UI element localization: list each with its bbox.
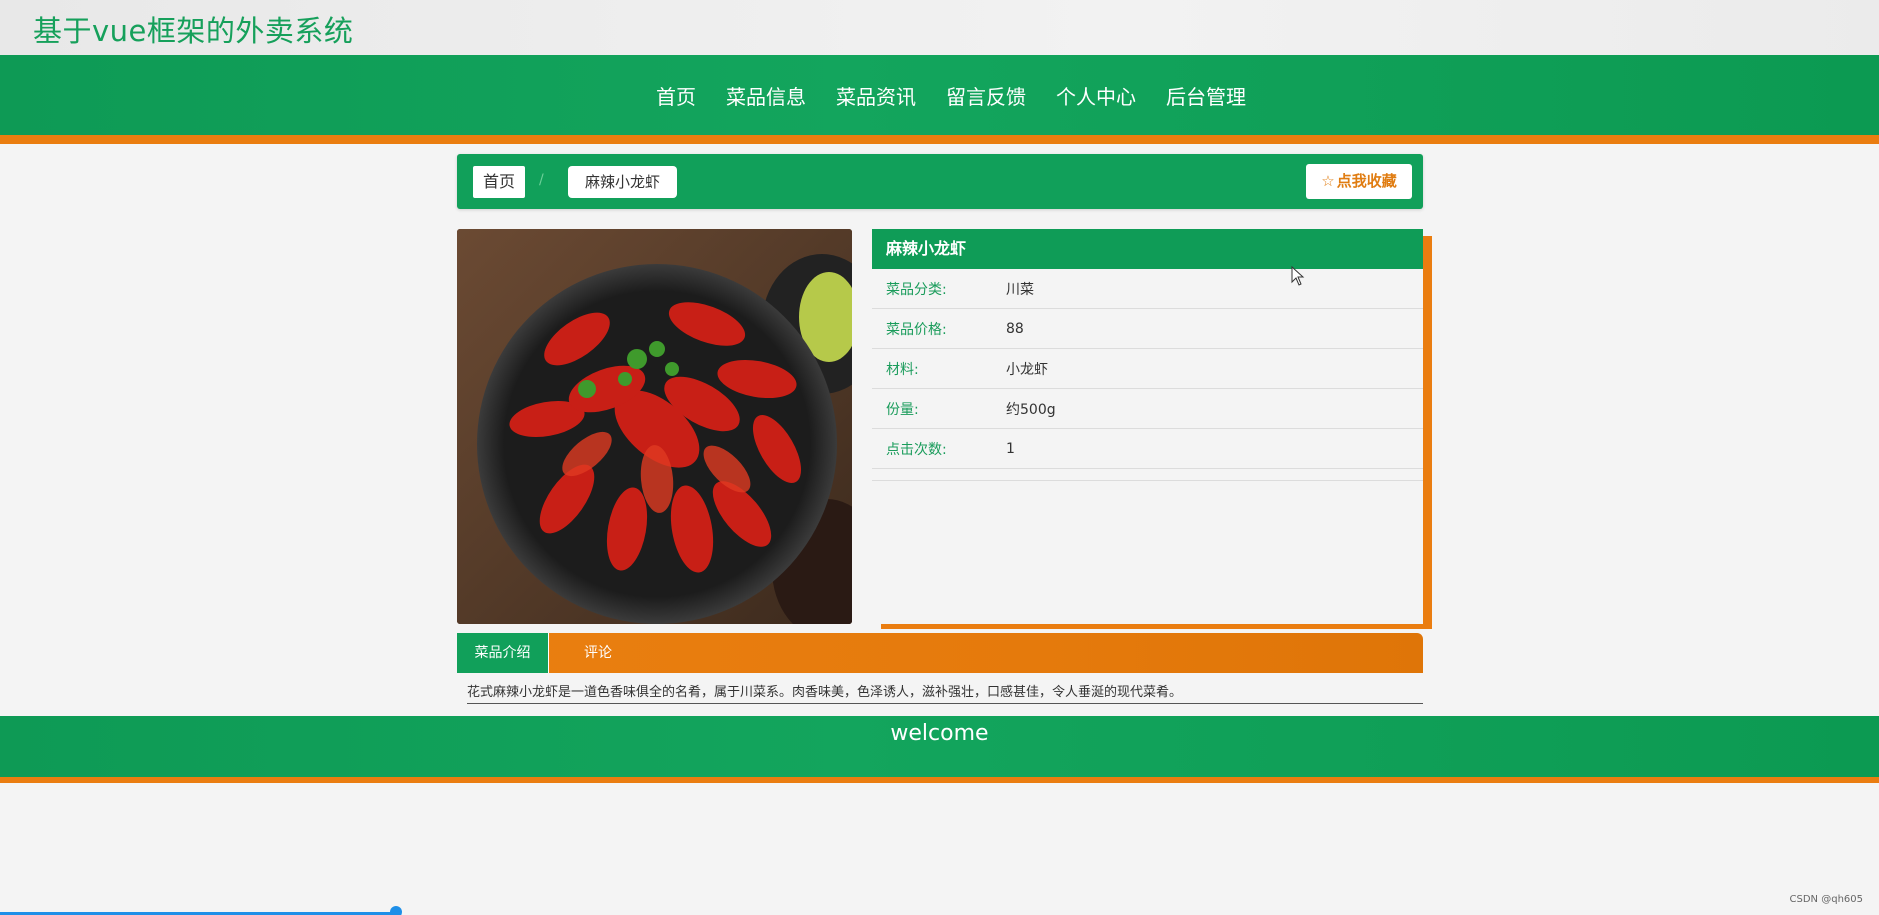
info-label: 点击次数: xyxy=(886,441,947,458)
breadcrumb-home[interactable]: 首页 xyxy=(473,166,525,198)
mouse-cursor-icon xyxy=(1291,266,1305,286)
footer-accent-stripe xyxy=(0,777,1879,783)
info-value: 1 xyxy=(1006,440,1015,457)
nav-item-admin[interactable]: 后台管理 xyxy=(1166,81,1246,110)
info-row-price: 菜品价格: 88 xyxy=(872,309,1423,349)
nav-item-feedback[interactable]: 留言反馈 xyxy=(946,81,1026,110)
star-outline-icon: ☆ xyxy=(1321,172,1335,190)
info-label: 菜品分类: xyxy=(886,281,947,298)
footer-welcome: welcome xyxy=(890,721,989,746)
tab-comment[interactable]: 评论 xyxy=(584,633,612,673)
favorite-label: 点我收藏 xyxy=(1336,172,1397,190)
info-value: 小龙虾 xyxy=(1006,361,1048,378)
site-title: 基于vue框架的外卖系统 xyxy=(33,14,354,48)
info-value: 88 xyxy=(1006,320,1024,337)
footer: welcome xyxy=(0,716,1879,777)
info-row-category: 菜品分类: 川菜 xyxy=(872,269,1423,309)
info-value: 约500g xyxy=(1006,401,1056,418)
info-row-clicks: 点击次数: 1 xyxy=(872,429,1423,469)
info-divider xyxy=(872,469,1423,481)
favorite-button[interactable]: ☆ 点我收藏 xyxy=(1306,164,1412,199)
info-label: 材料: xyxy=(886,361,919,378)
dish-name: 麻辣小龙虾 xyxy=(872,229,1423,269)
nav-item-dish-news[interactable]: 菜品资讯 xyxy=(836,81,916,110)
info-row-ingredients: 材料: 小龙虾 xyxy=(872,349,1423,389)
dish-info-panel: 麻辣小龙虾 菜品分类: 川菜 菜品价格: 88 材料: 小龙虾 份量: 约500… xyxy=(872,229,1423,624)
breadcrumb-current[interactable]: 麻辣小龙虾 xyxy=(568,166,677,198)
nav-accent-stripe xyxy=(0,135,1879,144)
tab-intro[interactable]: 菜品介绍 xyxy=(457,633,549,673)
crayfish-photo xyxy=(457,229,852,624)
dish-description: 花式麻辣小龙虾是一道色香味俱全的名肴，属于川菜系。肉香味美，色泽诱人，滋补强壮，… xyxy=(467,684,1423,704)
watermark: CSDN @qh605 xyxy=(1789,894,1863,905)
nav-item-dish-info[interactable]: 菜品信息 xyxy=(726,81,806,110)
nav-item-profile[interactable]: 个人中心 xyxy=(1056,81,1136,110)
info-value: 川菜 xyxy=(1006,281,1034,298)
breadcrumb: 首页 / 麻辣小龙虾 ☆ 点我收藏 xyxy=(457,154,1423,209)
info-label: 份量: xyxy=(886,401,919,418)
nav-item-home[interactable]: 首页 xyxy=(656,81,696,110)
info-panel-accent-right xyxy=(1423,236,1432,628)
dish-image xyxy=(457,229,852,624)
info-row-portion: 份量: 约500g xyxy=(872,389,1423,429)
main-nav: 首页 菜品信息 菜品资讯 留言反馈 个人中心 后台管理 xyxy=(0,55,1879,135)
scroll-progress-handle[interactable] xyxy=(390,906,402,915)
top-header: 基于vue框架的外卖系统 xyxy=(0,0,1879,55)
info-label: 菜品价格: xyxy=(886,321,947,338)
breadcrumb-separator: / xyxy=(539,172,544,188)
dish-tabs: 菜品介绍 评论 xyxy=(457,633,1423,673)
